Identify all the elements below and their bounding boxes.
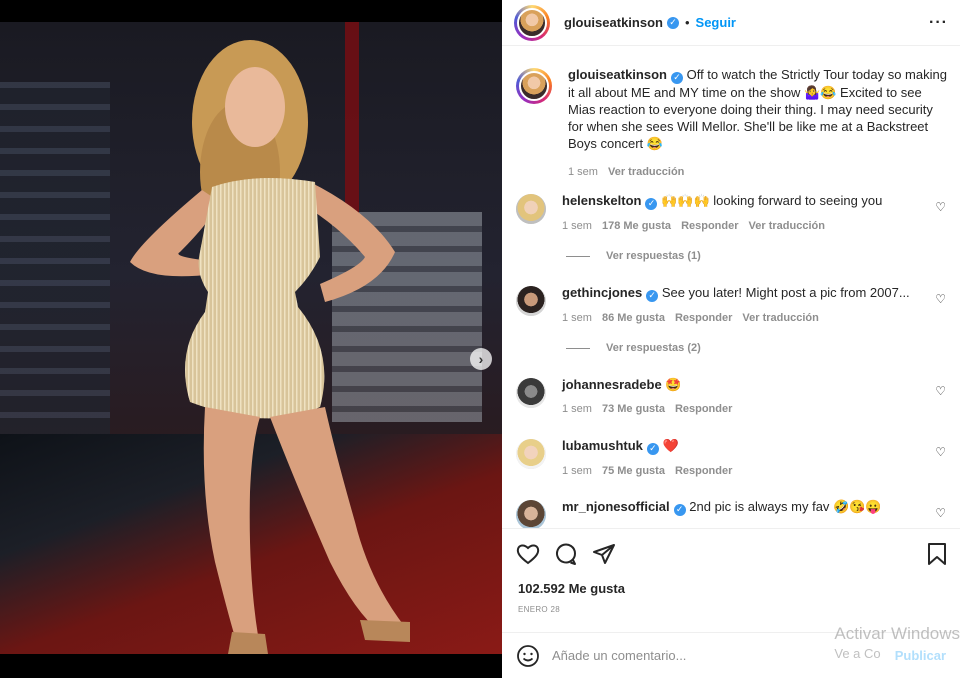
comment-like-heart-icon[interactable]: ♡ — [935, 292, 946, 306]
comment-username[interactable]: mr_njonesofficial — [562, 499, 670, 514]
comment-item: helenskelton ✓ 🙌🙌🙌 looking forward to see… — [516, 192, 956, 235]
heart-icon[interactable] — [516, 543, 540, 565]
comment-likes[interactable]: 75 Me gusta — [602, 463, 665, 480]
commenter-avatar[interactable] — [516, 439, 546, 469]
verified-icon: ✓ — [646, 289, 659, 302]
author-avatar[interactable] — [514, 4, 550, 41]
caption-entry: glouiseatkinson ✓ Off to watch the Strict… — [516, 66, 956, 181]
watermark-line-2: Ve a Co — [834, 646, 881, 661]
follow-button[interactable]: Seguir — [696, 15, 736, 30]
view-replies-button[interactable]: Ver respuestas (1) — [566, 250, 701, 262]
post-date: ENERO 28 — [518, 605, 560, 614]
comment-likes[interactable]: 73 Me gusta — [602, 401, 665, 418]
post-photo[interactable]: › — [0, 22, 502, 654]
verified-icon: ✓ — [645, 197, 658, 210]
view-replies-label[interactable]: Ver respuestas (2) — [606, 342, 701, 354]
comment-translate-link[interactable]: Ver traducción — [742, 310, 818, 327]
windows-activation-watermark: Activar Windows Ve a Co — [834, 624, 960, 664]
comment-username[interactable]: gethincjones — [562, 285, 642, 300]
comments-list[interactable]: glouiseatkinson ✓ Off to watch the Strict… — [502, 52, 960, 528]
post-side-panel: glouiseatkinson ✓ • Seguir ··· glouiseat… — [502, 0, 960, 678]
comment-like-heart-icon[interactable]: ♡ — [935, 384, 946, 398]
comment-translate-link[interactable]: Ver traducción — [749, 218, 825, 235]
verified-icon: ✓ — [646, 442, 659, 455]
carousel-next-button[interactable]: › — [470, 348, 492, 370]
save-icon[interactable] — [926, 542, 948, 566]
comment-text: 2nd pic is always my fav 🤣😘😛 — [689, 499, 882, 514]
post-header: glouiseatkinson ✓ • Seguir ··· — [502, 0, 960, 46]
commenter-avatar[interactable] — [516, 378, 546, 408]
comment-likes[interactable]: 86 Me gusta — [602, 310, 665, 327]
header-separator: • — [684, 15, 690, 30]
caption-username[interactable]: glouiseatkinson — [568, 67, 667, 82]
chevron-right-icon: › — [478, 351, 484, 367]
comment-reply-button[interactable]: Responder — [675, 401, 732, 418]
comment-text: 🤩 — [665, 377, 682, 392]
comment-username[interactable]: johannesradebe — [562, 377, 662, 392]
comment-like-heart-icon[interactable]: ♡ — [935, 445, 946, 459]
comment-reply-button[interactable]: Responder — [681, 218, 738, 235]
post-actions: 102.592 Me gusta ENERO 28 — [502, 528, 960, 624]
comment-like-heart-icon[interactable]: ♡ — [935, 506, 946, 520]
comment-item: mr_njonesofficial ✓ 2nd pic is always my … — [516, 498, 956, 528]
more-icon[interactable]: ··· — [929, 14, 948, 32]
view-replies-button[interactable]: Ver respuestas (2) — [566, 342, 701, 354]
replies-divider — [566, 347, 590, 349]
comment-item: johannesradebe 🤩 1 sem 73 Me gusta Respo… — [516, 376, 956, 418]
author-username[interactable]: glouiseatkinson — [564, 15, 663, 30]
comment-likes[interactable]: 178 Me gusta — [602, 218, 671, 235]
comment-reply-button[interactable]: Responder — [675, 310, 732, 327]
likes-count[interactable]: 102.592 Me gusta — [518, 581, 625, 596]
commenter-avatar[interactable] — [516, 286, 546, 316]
comment-icon[interactable] — [554, 542, 578, 566]
comment-time[interactable]: 1 sem — [562, 463, 592, 480]
comment-item: gethincjones ✓ See you later! Might post … — [516, 284, 956, 327]
caption-time[interactable]: 1 sem — [568, 164, 598, 181]
verified-icon: ✓ — [670, 71, 683, 84]
comment-text: 🙌🙌🙌 looking forward to seeing you — [661, 193, 883, 208]
photo-backdrop-stairs — [0, 82, 110, 462]
author-avatar[interactable] — [516, 68, 552, 104]
comment-text: ❤️ — [662, 438, 679, 453]
share-icon[interactable] — [592, 542, 616, 566]
comment-like-heart-icon[interactable]: ♡ — [935, 200, 946, 214]
comment-time[interactable]: 1 sem — [562, 310, 592, 327]
comment-username[interactable]: lubamushtuk — [562, 438, 643, 453]
watermark-line-1: Activar Windows — [834, 624, 960, 643]
caption-translate-link[interactable]: Ver traducción — [608, 164, 684, 181]
view-replies-label[interactable]: Ver respuestas (1) — [606, 250, 701, 262]
verified-icon: ✓ — [666, 16, 679, 29]
comment-text: See you later! Might post a pic from 200… — [661, 285, 910, 300]
comment-reply-button[interactable]: Responder — [675, 463, 732, 480]
comment-time[interactable]: 1 sem — [562, 218, 592, 235]
action-bar — [516, 541, 948, 567]
commenter-avatar[interactable] — [516, 194, 546, 224]
replies-divider — [566, 255, 590, 257]
emoji-icon[interactable] — [516, 644, 540, 668]
comment-time[interactable]: 1 sem — [562, 401, 592, 418]
commenter-avatar[interactable] — [516, 500, 546, 528]
post-media: › — [0, 0, 502, 678]
photo-figure — [130, 40, 410, 654]
verified-icon: ✓ — [673, 503, 686, 516]
comment-item: lubamushtuk ✓ ❤️ 1 sem 75 Me gusta Respon… — [516, 437, 956, 480]
comment-username[interactable]: helenskelton — [562, 193, 641, 208]
